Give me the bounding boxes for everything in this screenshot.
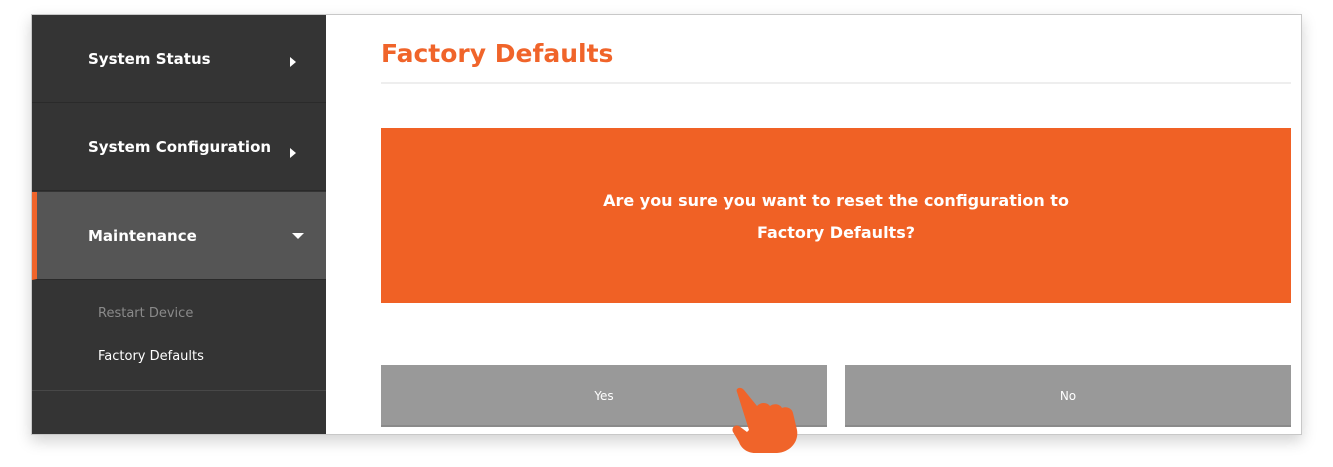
app-window: System Status System Configuration Maint… <box>31 14 1302 435</box>
title-divider <box>381 82 1291 84</box>
sidebar-item-label: System Configuration <box>88 137 272 156</box>
confirmation-message: Are you sure you want to reset the confi… <box>381 185 1291 249</box>
page-title: Factory Defaults <box>381 39 614 68</box>
chevron-right-icon <box>290 57 296 67</box>
maintenance-submenu: Restart Device Factory Defaults <box>32 281 326 391</box>
sidebar-item-system-status[interactable]: System Status <box>32 15 326 103</box>
chevron-down-icon <box>292 232 304 239</box>
sidebar: System Status System Configuration Maint… <box>32 15 326 434</box>
sidebar-item-label: System Status <box>88 49 211 68</box>
submenu-item-factory-defaults[interactable]: Factory Defaults <box>98 349 204 364</box>
yes-button[interactable]: Yes <box>381 365 827 427</box>
no-button[interactable]: No <box>845 365 1291 427</box>
chevron-right-icon <box>290 148 296 158</box>
submenu-item-restart-device[interactable]: Restart Device <box>98 306 193 321</box>
main-content: Factory Defaults Are you sure you want t… <box>326 15 1301 434</box>
confirmation-message-line2: Factory Defaults? <box>756 223 916 242</box>
sidebar-item-label: Maintenance <box>88 226 197 245</box>
confirmation-banner: Are you sure you want to reset the confi… <box>381 128 1291 303</box>
confirmation-message-line1: Are you sure you want to reset the confi… <box>603 191 1069 210</box>
sidebar-item-maintenance[interactable]: Maintenance <box>32 192 326 280</box>
sidebar-item-system-configuration[interactable]: System Configuration <box>32 103 326 191</box>
